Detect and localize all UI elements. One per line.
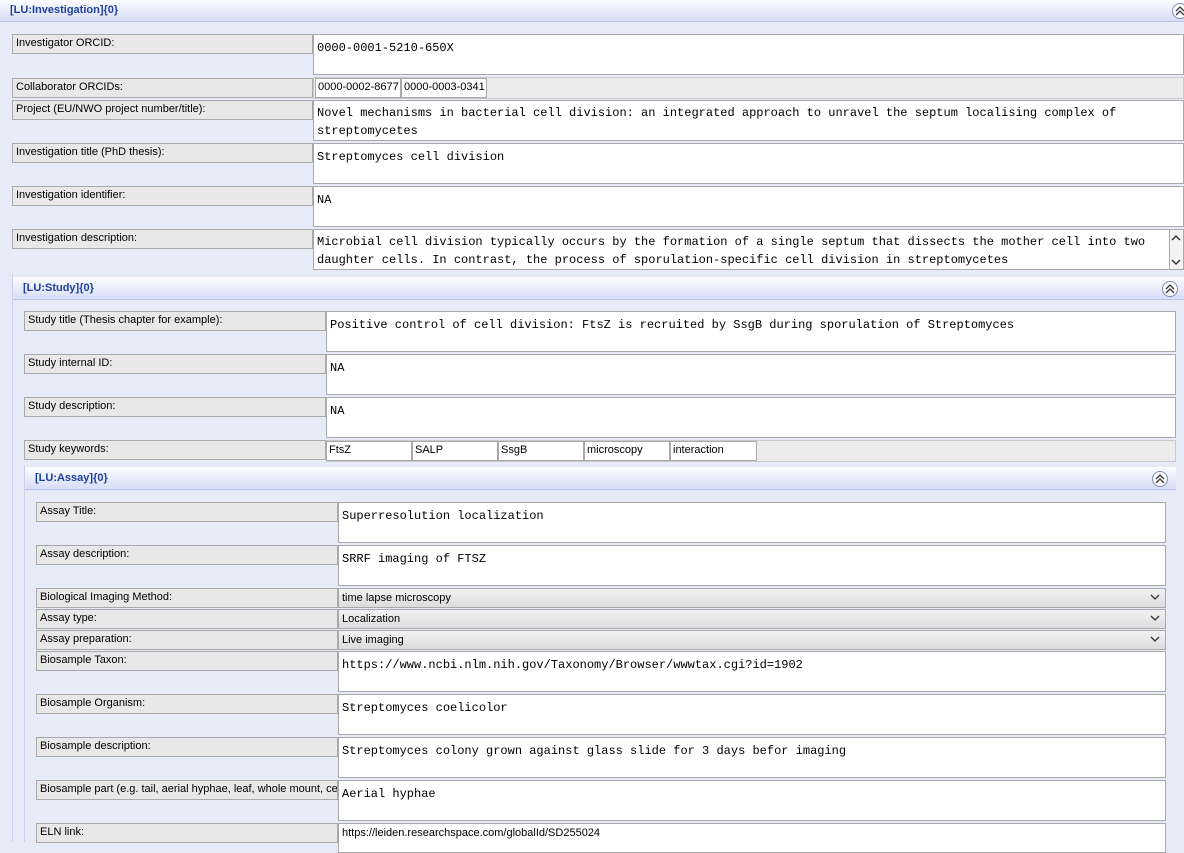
- investigation-identifier-label: Investigation identifier:: [12, 186, 313, 206]
- biosample-taxon-field[interactable]: https://www.ncbi.nlm.nih.gov/Taxonomy/Br…: [338, 651, 1166, 692]
- chevron-down-icon: [1150, 594, 1160, 600]
- keyword-chip[interactable]: microscopy: [584, 441, 670, 461]
- study-internal-id-field[interactable]: NA: [326, 354, 1176, 395]
- study-internal-id-label: Study internal ID:: [24, 354, 326, 374]
- keyword-chip[interactable]: interaction: [670, 441, 757, 461]
- assay-type-label: Assay type:: [36, 609, 338, 629]
- orcid-label: Investigator ORCID:: [12, 34, 313, 54]
- collaborator-orcid-1[interactable]: 0000-0002-8677: [315, 78, 401, 98]
- assay-preparation-select[interactable]: Live imaging: [338, 630, 1166, 650]
- chevron-down-icon: [1150, 615, 1160, 621]
- collaborator-orcid-2[interactable]: 0000-0003-0341: [401, 78, 487, 98]
- study-header[interactable]: [LU:Study]{0}: [13, 277, 1184, 300]
- keyword-chip[interactable]: FtsZ: [326, 441, 412, 461]
- investigation-header[interactable]: [LU:Investigation]{0}: [0, 0, 1184, 22]
- study-header-title: [LU:Study]{0}: [23, 282, 94, 294]
- keyword-chip[interactable]: SsgB: [498, 441, 584, 461]
- investigation-header-title: [LU:Investigation]{0}: [10, 4, 119, 16]
- project-field[interactable]: Novel mechanisms in bacterial cell divis…: [313, 100, 1184, 141]
- collapse-icon[interactable]: [1152, 471, 1168, 487]
- investigation-description-label: Investigation description:: [12, 229, 313, 249]
- eln-link-label: ELN link:: [36, 823, 338, 843]
- biosample-part-field[interactable]: Aerial hyphae: [338, 780, 1166, 821]
- assay-preparation-value: Live imaging: [342, 634, 404, 646]
- keyword-chip[interactable]: SALP: [412, 441, 498, 461]
- investigation-description-scrollbar[interactable]: [1170, 229, 1184, 270]
- assay-description-label: Assay description:: [36, 545, 338, 565]
- biosample-taxon-label: Biosample Taxon:: [36, 651, 338, 671]
- project-label: Project (EU/NWO project number/title):: [12, 100, 313, 120]
- assay-type-value: Localization: [342, 613, 401, 625]
- investigation-description-field[interactable]: Microbial cell division typically occurs…: [313, 229, 1170, 270]
- imaging-method-label: Biological Imaging Method:: [36, 588, 338, 608]
- biosample-description-field[interactable]: Streptomyces colony grown against glass …: [338, 737, 1166, 778]
- investigation-title-field[interactable]: Streptomyces cell division: [313, 143, 1184, 184]
- study-title-field[interactable]: Positive control of cell division: FtsZ …: [326, 311, 1176, 352]
- imaging-method-value: time lapse microscopy: [342, 592, 451, 604]
- biosample-organism-label: Biosample Organism:: [36, 694, 338, 714]
- study-description-field[interactable]: NA: [326, 397, 1176, 438]
- investigation-identifier-field[interactable]: NA: [313, 186, 1184, 227]
- assay-section: [LU:Assay]{0} Assay Title: Superresoluti…: [24, 465, 1176, 853]
- study-title-label: Study title (Thesis chapter for example)…: [24, 311, 326, 331]
- assay-header-title: [LU:Assay]{0}: [35, 472, 108, 484]
- orcid-field[interactable]: 0000-0001-5210-650X: [313, 34, 1184, 75]
- investigation-title-label: Investigation title (PhD thesis):: [12, 143, 313, 163]
- collapse-icon[interactable]: [1162, 281, 1178, 297]
- assay-type-select[interactable]: Localization: [338, 609, 1166, 629]
- biosample-organism-field[interactable]: Streptomyces coelicolor: [338, 694, 1166, 735]
- collaborator-label: Collaborator ORCIDs:: [12, 78, 313, 98]
- study-section: [LU:Study]{0} Study title (Thesis chapte…: [12, 274, 1184, 853]
- assay-header[interactable]: [LU:Assay]{0}: [25, 467, 1176, 490]
- assay-title-label: Assay Title:: [36, 502, 338, 522]
- study-keywords-label: Study keywords:: [24, 440, 326, 460]
- eln-link-field[interactable]: https://leiden.researchspace.com/globalI…: [338, 823, 1166, 853]
- assay-preparation-label: Assay preparation:: [36, 630, 338, 650]
- study-description-label: Study description:: [24, 397, 326, 417]
- chevron-down-icon: [1150, 636, 1160, 642]
- biosample-description-label: Biosample description:: [36, 737, 338, 757]
- imaging-method-select[interactable]: time lapse microscopy: [338, 588, 1166, 608]
- assay-description-field[interactable]: SRRF imaging of FTSZ: [338, 545, 1166, 586]
- scroll-arrows-icon: [1171, 235, 1181, 265]
- assay-title-field[interactable]: Superresolution localization: [338, 502, 1166, 543]
- collapse-icon[interactable]: [1172, 3, 1184, 19]
- biosample-part-label: Biosample part (e.g. tail, aerial hyphae…: [36, 780, 338, 800]
